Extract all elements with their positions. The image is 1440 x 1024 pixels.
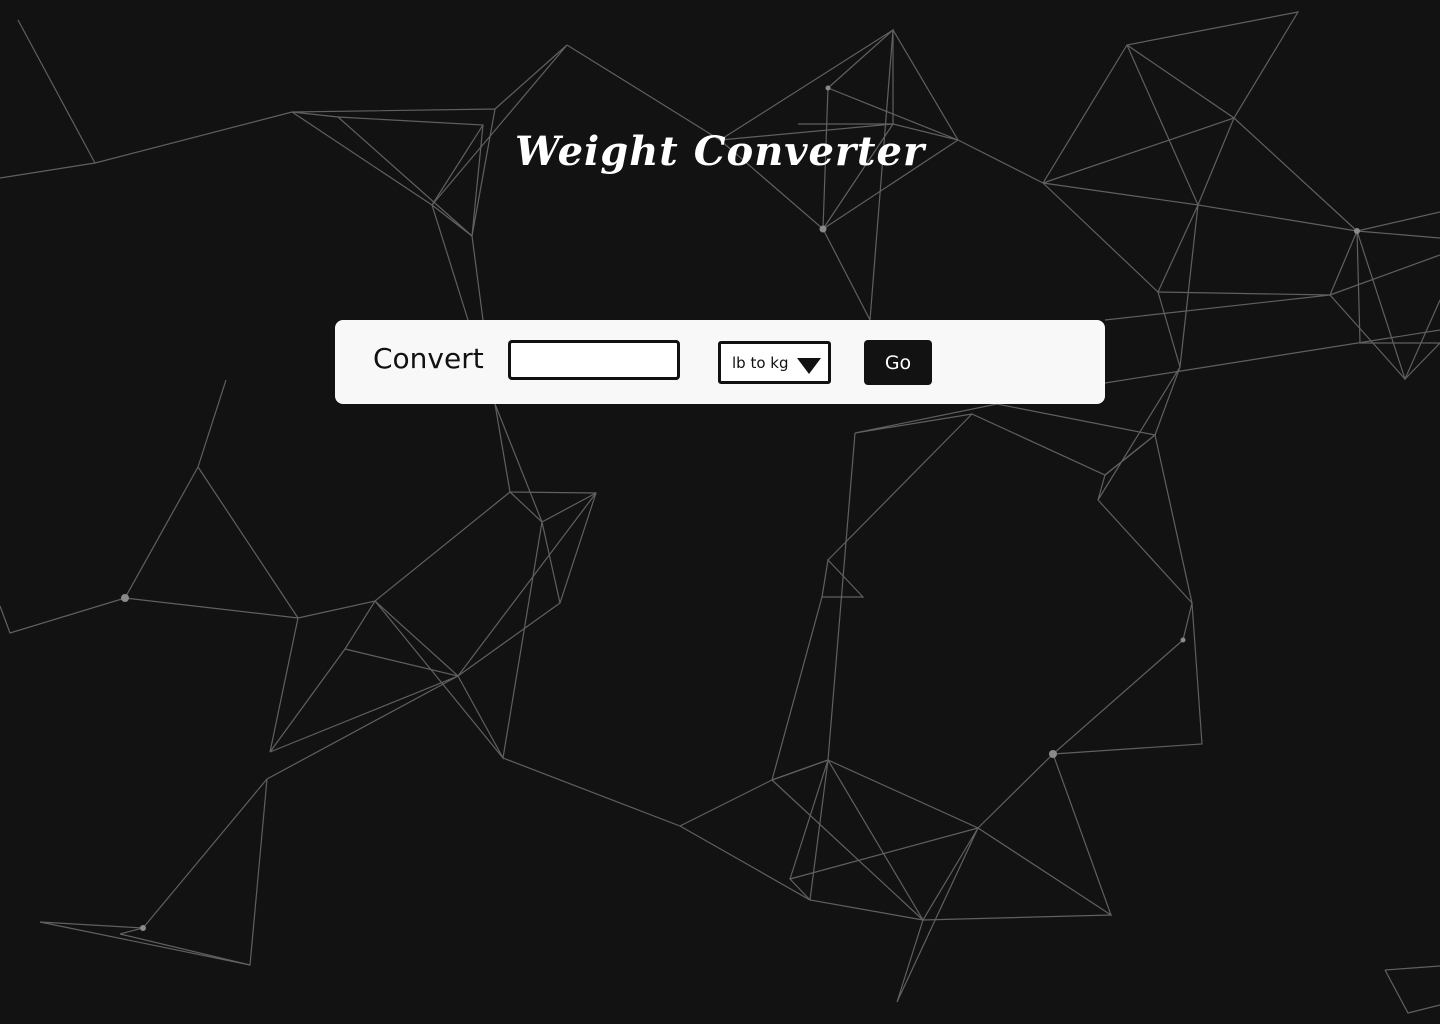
page: Weight Converter Convert lb to kg Go [0,0,1440,1024]
unit-select[interactable]: lb to kg [718,341,831,384]
page-title: Weight Converter [514,128,926,175]
chevron-down-icon [797,358,821,374]
weight-value-input[interactable] [508,340,680,380]
convert-label: Convert [373,342,484,375]
go-button[interactable]: Go [864,340,932,385]
converter-panel: Convert lb to kg Go [335,320,1105,404]
unit-select-value: lb to kg [732,354,789,372]
